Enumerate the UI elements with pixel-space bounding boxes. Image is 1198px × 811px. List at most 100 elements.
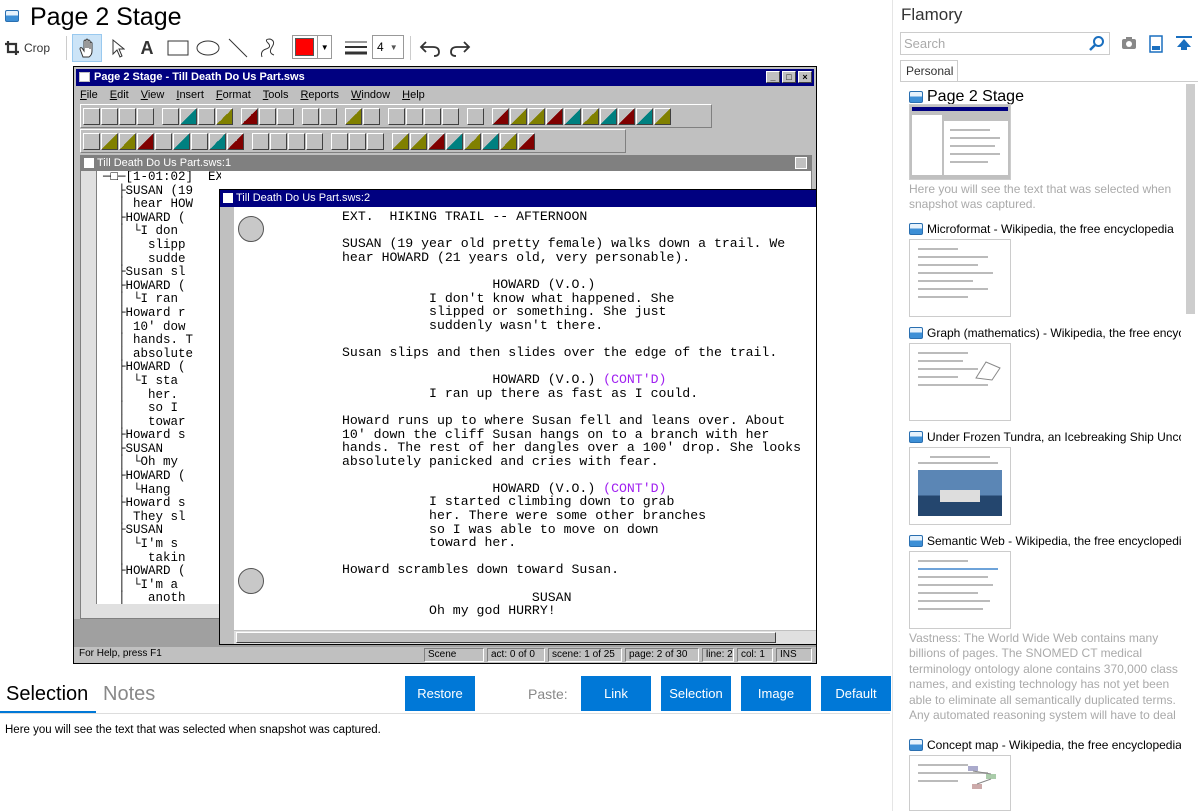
tab-notes[interactable]: Notes (103, 683, 155, 706)
script-line: EXT. HIKING TRAIL -- AFTERNOON (342, 210, 588, 224)
contd-marker: (CONT'D) (603, 372, 667, 388)
script-line (342, 400, 812, 414)
script-line: I don't know what happened. She (342, 290, 675, 306)
outline-item: ├HOWARD ( (103, 469, 186, 484)
script-line: Howard runs up to where Susan fell and l… (342, 412, 786, 428)
status-line: line: 2 (702, 648, 734, 662)
snapshot-list-scrollbar[interactable] (1183, 84, 1198, 811)
scene-marker (238, 216, 264, 242)
crop-label: Crop (24, 41, 51, 55)
script-line: HOWARD (V.O.) (342, 276, 596, 292)
paste-image-button[interactable]: Image (741, 676, 811, 711)
script-line (342, 577, 812, 591)
outline-tree: ─□─[1-01:02] EXT. HIKING TRAIL -- AFTERN… (81, 171, 221, 604)
close-icon: × (798, 71, 812, 83)
script-line: SUSAN (19 year old pretty female) walks … (342, 236, 786, 252)
snapshot-status-bar: For Help, press F1 Scene act: 0 of 0 sce… (74, 647, 816, 663)
line-tool-button[interactable] (224, 34, 252, 62)
window-icon (909, 535, 923, 547)
rectangle-tool-button[interactable] (164, 34, 192, 62)
snapshot-item-title: Concept map - Wikipedia, the free encycl… (927, 738, 1181, 752)
page-title: Page 2 Stage (30, 3, 182, 31)
tab-divider (900, 81, 1198, 82)
status-act: act: 0 of 0 (487, 648, 545, 662)
snapshot-item[interactable]: Microformat - Wikipedia, the free encycl… (909, 221, 1181, 317)
paste-label: Paste: (528, 686, 568, 702)
script-line (342, 224, 812, 238)
snapshot-item[interactable]: Under Frozen Tundra, an Icebreaking Ship… (909, 429, 1181, 525)
undo-button[interactable] (416, 34, 444, 62)
outline-title-bar: Till Death Do Us Part.sws:1 (81, 156, 811, 171)
snapshot-menu-item: Help (402, 89, 425, 101)
outline-item: ├Howard r (103, 305, 186, 320)
paste-default-button[interactable]: Default (821, 676, 891, 711)
script-margin (220, 207, 234, 644)
select-tool-button[interactable] (104, 34, 132, 62)
freehand-icon (261, 38, 275, 58)
snapshot-item[interactable]: Concept map - Wikipedia, the free encycl… (909, 737, 1181, 811)
scroll-top-icon[interactable] (1175, 35, 1193, 56)
line-width-select[interactable]: 4 ▼ (372, 35, 404, 59)
script-title-bar: Till Death Do Us Part.sws:2 (220, 190, 816, 207)
document-icon (223, 193, 233, 203)
snapshot-item[interactable]: Page 2 Stage Here you will see the text … (909, 88, 1181, 213)
hand-tool-button[interactable] (72, 34, 102, 62)
script-line (342, 550, 812, 564)
window-icon (909, 91, 923, 103)
outline-hscrollbar (81, 604, 225, 618)
status-scene: Scene (424, 648, 484, 662)
script-line: hands. The rest of her dangles over a 10… (342, 440, 801, 456)
script-line: HOWARD (V.O.) (CONT'D) (342, 480, 667, 496)
minimize-icon: _ (766, 71, 780, 83)
chevron-down-icon: ▼ (389, 42, 398, 52)
tab-personal[interactable]: Personal (900, 60, 958, 82)
text-tool-icon: A (140, 37, 154, 58)
script-line: I started climbing down to grab (342, 494, 675, 510)
outline-item: │ └I ran (103, 292, 179, 307)
search-icon[interactable] (1089, 35, 1105, 56)
ellipse-tool-button[interactable] (194, 34, 222, 62)
tab-selection[interactable]: Selection (6, 683, 88, 706)
redo-button[interactable] (446, 34, 474, 62)
script-line: Howard scrambles down toward Susan. (342, 562, 619, 578)
divider (0, 713, 890, 714)
snapshot-menu-item: Reports (300, 89, 339, 101)
outline-item: ├Howard s (103, 428, 186, 443)
color-picker[interactable]: ▼ (292, 35, 332, 59)
page-icon[interactable] (1149, 35, 1163, 58)
paste-link-button[interactable]: Link (581, 676, 651, 711)
snapshot-thumbnail (909, 755, 1011, 811)
paste-selection-button[interactable]: Selection (661, 676, 731, 711)
script-line: SUSAN (342, 589, 572, 605)
rectangle-icon (167, 40, 189, 56)
search-input[interactable]: Search (900, 32, 1110, 55)
snapshot-toolbar-1 (80, 104, 712, 128)
script-line (342, 468, 812, 482)
status-page: page: 2 of 30 (625, 648, 699, 662)
script-line: suddenly wasn't there. (342, 317, 604, 333)
app-icon (79, 72, 90, 82)
script-line: I ran up there as fast as I could. (342, 385, 699, 401)
selection-text: Here you will see the text that was sele… (5, 724, 381, 736)
script-hscrollbar (234, 630, 816, 644)
outline-item: │ hear HOW (103, 197, 194, 212)
freehand-tool-button[interactable] (254, 34, 282, 62)
outline-item: ├HOWARD ( (103, 360, 186, 375)
snapshot-image[interactable]: Page 2 Stage - Till Death Do Us Part.sws… (73, 66, 817, 664)
script-line: HOWARD (V.O.) (CONT'D) (342, 372, 667, 388)
arrow-cursor-icon (112, 38, 125, 58)
camera-icon[interactable] (1121, 35, 1137, 56)
undo-icon (419, 41, 440, 57)
snapshot-menu-item: Insert (176, 89, 204, 101)
snapshot-item[interactable]: Graph (mathematics) - Wikipedia, the fre… (909, 325, 1181, 421)
status-scene-count: scene: 1 of 25 (548, 648, 622, 662)
outline-item: │ hands. T (103, 333, 194, 348)
snapshot-title: Page 2 Stage - Till Death Do Us Part.sws (94, 71, 305, 83)
script-line (342, 360, 812, 374)
snapshot-item[interactable]: Semantic Web - Wikipedia, the free encyc… (909, 533, 1181, 723)
text-tool-button[interactable]: A (134, 34, 160, 62)
snapshot-item-title: Semantic Web - Wikipedia, the free encyc… (927, 534, 1181, 548)
snapshot-item-description: Here you will see the text that was sele… (909, 182, 1172, 212)
restore-button[interactable]: Restore (405, 676, 475, 711)
crop-button[interactable]: Crop (4, 34, 62, 62)
